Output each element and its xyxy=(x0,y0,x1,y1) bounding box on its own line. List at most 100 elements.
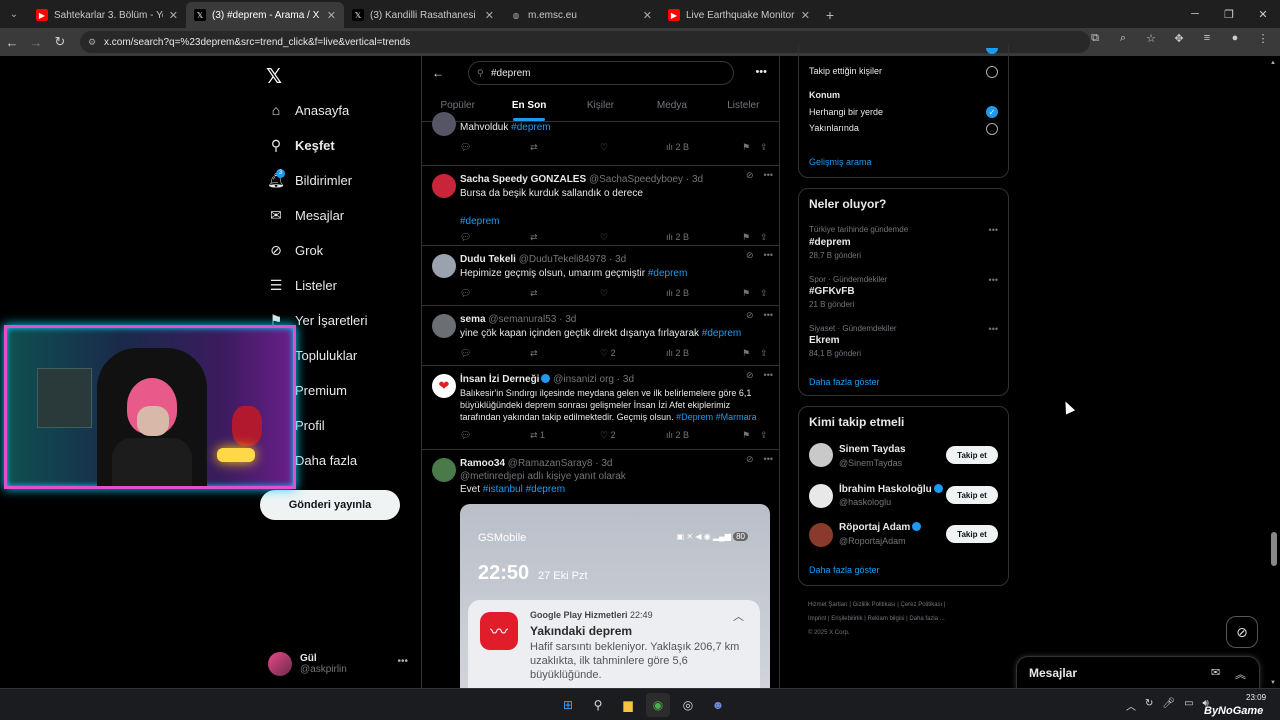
like-icon[interactable]: ♡ 2 xyxy=(600,430,666,441)
restore-icon[interactable]: ❐ xyxy=(1212,0,1246,28)
grok-icon[interactable]: ⊘ xyxy=(746,170,754,181)
tab-media[interactable]: Medya xyxy=(636,94,707,121)
views-icon[interactable]: ılı 2 B xyxy=(666,288,742,299)
reply-icon[interactable]: 💬︎ xyxy=(460,348,530,359)
network-icon[interactable]: ▭ xyxy=(1184,698,1193,713)
filter-anywhere[interactable]: Herhangi bir yerde xyxy=(809,107,883,117)
reply-icon[interactable]: 💬︎ xyxy=(460,430,530,441)
hashtag-link[interactable]: #deprem xyxy=(648,268,687,279)
reload-icon[interactable]: ↻ xyxy=(48,34,72,50)
post-button[interactable]: Gönderi yayınla xyxy=(260,490,400,520)
close-icon[interactable]: ✕ xyxy=(327,9,336,22)
grok-icon[interactable]: ⊘ xyxy=(746,250,754,261)
chevron-up-icon[interactable]: ︿ xyxy=(1126,698,1136,713)
sidebar-item-lists[interactable]: ☰ Listeler xyxy=(266,277,337,294)
new-tab-button[interactable]: + xyxy=(818,2,842,28)
windows-start-icon[interactable]: ⊞ xyxy=(556,693,580,717)
follow-name[interactable]: Sinem Taydas xyxy=(839,444,906,455)
tweet[interactable]: Ramoo34 @RamazanSaray8 · 3d ⊘ ••• @metinr… xyxy=(422,450,779,688)
more-icon[interactable]: ••• xyxy=(397,656,408,667)
sidebar-item-messages[interactable]: ✉ Mesajlar xyxy=(266,207,344,224)
retweet-icon[interactable]: ⇄ 1 xyxy=(530,430,600,441)
bookmark-icon[interactable]: ⚑ xyxy=(742,430,750,441)
share-icon[interactable]: ⇪ xyxy=(760,232,768,243)
scroll-up-icon[interactable]: ▲ xyxy=(1270,60,1276,66)
filter-nearby[interactable]: Yakınlarında xyxy=(809,123,859,133)
more-icon[interactable]: ••• xyxy=(989,225,998,235)
new-message-icon[interactable]: ✉ xyxy=(1211,666,1220,679)
hashtag-link[interactable]: #deprem xyxy=(511,122,550,133)
like-icon[interactable]: ♡ 2 xyxy=(600,348,666,359)
follow-button[interactable]: Takip et xyxy=(946,446,998,464)
tab-latest[interactable]: En Son xyxy=(493,94,564,121)
messages-drawer[interactable]: Mesajlar ✉ ︽ xyxy=(1016,656,1260,690)
trend-item[interactable]: Ekrem xyxy=(809,335,840,346)
follow-name[interactable]: Röportaj Adam xyxy=(839,522,922,533)
tweet-image-phone-screenshot[interactable]: GSMobile ▣ ✕ ◀ ◉ ▂▄▆ 80 22:50 27 Eki Pzt… xyxy=(460,504,770,688)
like-icon[interactable]: ♡ xyxy=(600,142,666,153)
back-icon[interactable]: ← xyxy=(0,35,24,50)
grok-icon[interactable]: ⊘ xyxy=(746,310,754,321)
reply-icon[interactable]: 💬︎ xyxy=(460,142,530,153)
system-clock[interactable]: 23:09 xyxy=(1246,693,1266,702)
tab-lists[interactable]: Listeler xyxy=(708,94,779,121)
radio-people-following[interactable] xyxy=(986,66,998,78)
more-icon[interactable]: ••• xyxy=(989,275,998,285)
radio-anywhere-checked-icon[interactable]: ✓ xyxy=(986,106,998,118)
share-icon[interactable]: ⇪ xyxy=(760,430,768,441)
hashtag-link[interactable]: #deprem xyxy=(702,328,741,339)
show-more-follow-link[interactable]: Daha fazla göster xyxy=(809,565,880,575)
retweet-icon[interactable]: ⇄ xyxy=(530,348,600,359)
grok-button[interactable]: ⊘ xyxy=(1226,616,1258,648)
hashtag-link[interactable]: #istanbul #deprem xyxy=(483,484,565,495)
views-icon[interactable]: ılı 2 B xyxy=(666,232,742,243)
bookmark-icon[interactable]: ⚑ xyxy=(742,348,750,359)
chrome-icon[interactable]: ◉ xyxy=(646,693,670,717)
follow-button[interactable]: Takip et xyxy=(946,525,998,543)
back-arrow-icon[interactable]: ← xyxy=(432,66,444,80)
more-icon[interactable]: ••• xyxy=(989,324,998,334)
more-icon[interactable]: ••• xyxy=(764,454,773,465)
zoom-icon[interactable]: ⌕ xyxy=(1114,32,1132,45)
scroll-thumb[interactable] xyxy=(1271,532,1277,566)
filter-people-following[interactable]: Takip ettiğin kişiler xyxy=(809,66,882,76)
bookmark-icon[interactable]: ⚑ xyxy=(742,232,750,243)
sync-icon[interactable]: ↻ xyxy=(1145,698,1153,713)
tweet[interactable]: Sacha Speedy GONZALES @SachaSpeedyboey ·… xyxy=(422,166,779,246)
sidebar-item-home[interactable]: ⌂ Anasayfa xyxy=(266,102,349,118)
reading-list-icon[interactable]: ≡ xyxy=(1198,32,1216,45)
share-icon[interactable]: ⇪ xyxy=(760,348,768,359)
follow-name[interactable]: İbrahim Haskoloğlu xyxy=(839,484,943,495)
expand-icon[interactable]: ︽ xyxy=(1235,666,1246,682)
browser-tab[interactable]: ▶Live Earthquake Monitoring | G✕ xyxy=(660,2,818,28)
search-input[interactable]: ⚲ #deprem xyxy=(468,61,734,85)
tab-search-icon[interactable]: ⌄ xyxy=(0,0,28,28)
trend-item[interactable]: #GFKvFB xyxy=(809,286,855,297)
site-info-icon[interactable]: ⚙ xyxy=(88,37,96,48)
reply-icon[interactable]: 💬︎ xyxy=(460,288,530,299)
close-icon[interactable]: ✕ xyxy=(169,9,178,22)
microphone-icon[interactable]: 🎤︎ xyxy=(1162,698,1175,713)
grok-icon[interactable]: ⊘ xyxy=(746,454,754,465)
x-logo-icon[interactable]: 𝕏 xyxy=(266,64,282,89)
forward-icon[interactable]: → xyxy=(24,35,48,50)
tab-people[interactable]: Kişiler xyxy=(565,94,636,121)
trend-item[interactable]: #deprem xyxy=(809,237,851,248)
obs-icon[interactable]: ◎ xyxy=(676,693,700,717)
close-icon[interactable]: ✕ xyxy=(485,9,494,22)
more-icon[interactable]: ••• xyxy=(764,170,773,181)
sidebar-item-notifications[interactable]: 🔔︎ 3 Bildirimler xyxy=(266,169,352,189)
hashtag-link[interactable]: #deprem xyxy=(460,216,772,228)
radio-nearby[interactable] xyxy=(986,123,998,135)
more-icon[interactable]: ••• xyxy=(764,370,773,381)
views-icon[interactable]: ılı 2 B xyxy=(666,430,742,441)
extensions-icon[interactable]: ✥ xyxy=(1170,32,1188,45)
share-icon[interactable]: ⇪ xyxy=(760,288,768,299)
file-explorer-icon[interactable]: ▆ xyxy=(616,693,640,717)
close-icon[interactable]: ✕ xyxy=(643,9,652,22)
account-switcher[interactable]: Gül @askpirlin ••• xyxy=(268,648,418,680)
scroll-down-icon[interactable]: ▼ xyxy=(1270,680,1276,686)
tweet[interactable]: sema @semanural53 · 3d ⊘ ••• yine çök kap… xyxy=(422,306,779,366)
profile-avatar-icon[interactable]: ● xyxy=(1226,32,1244,45)
follow-button[interactable]: Takip et xyxy=(946,486,998,504)
